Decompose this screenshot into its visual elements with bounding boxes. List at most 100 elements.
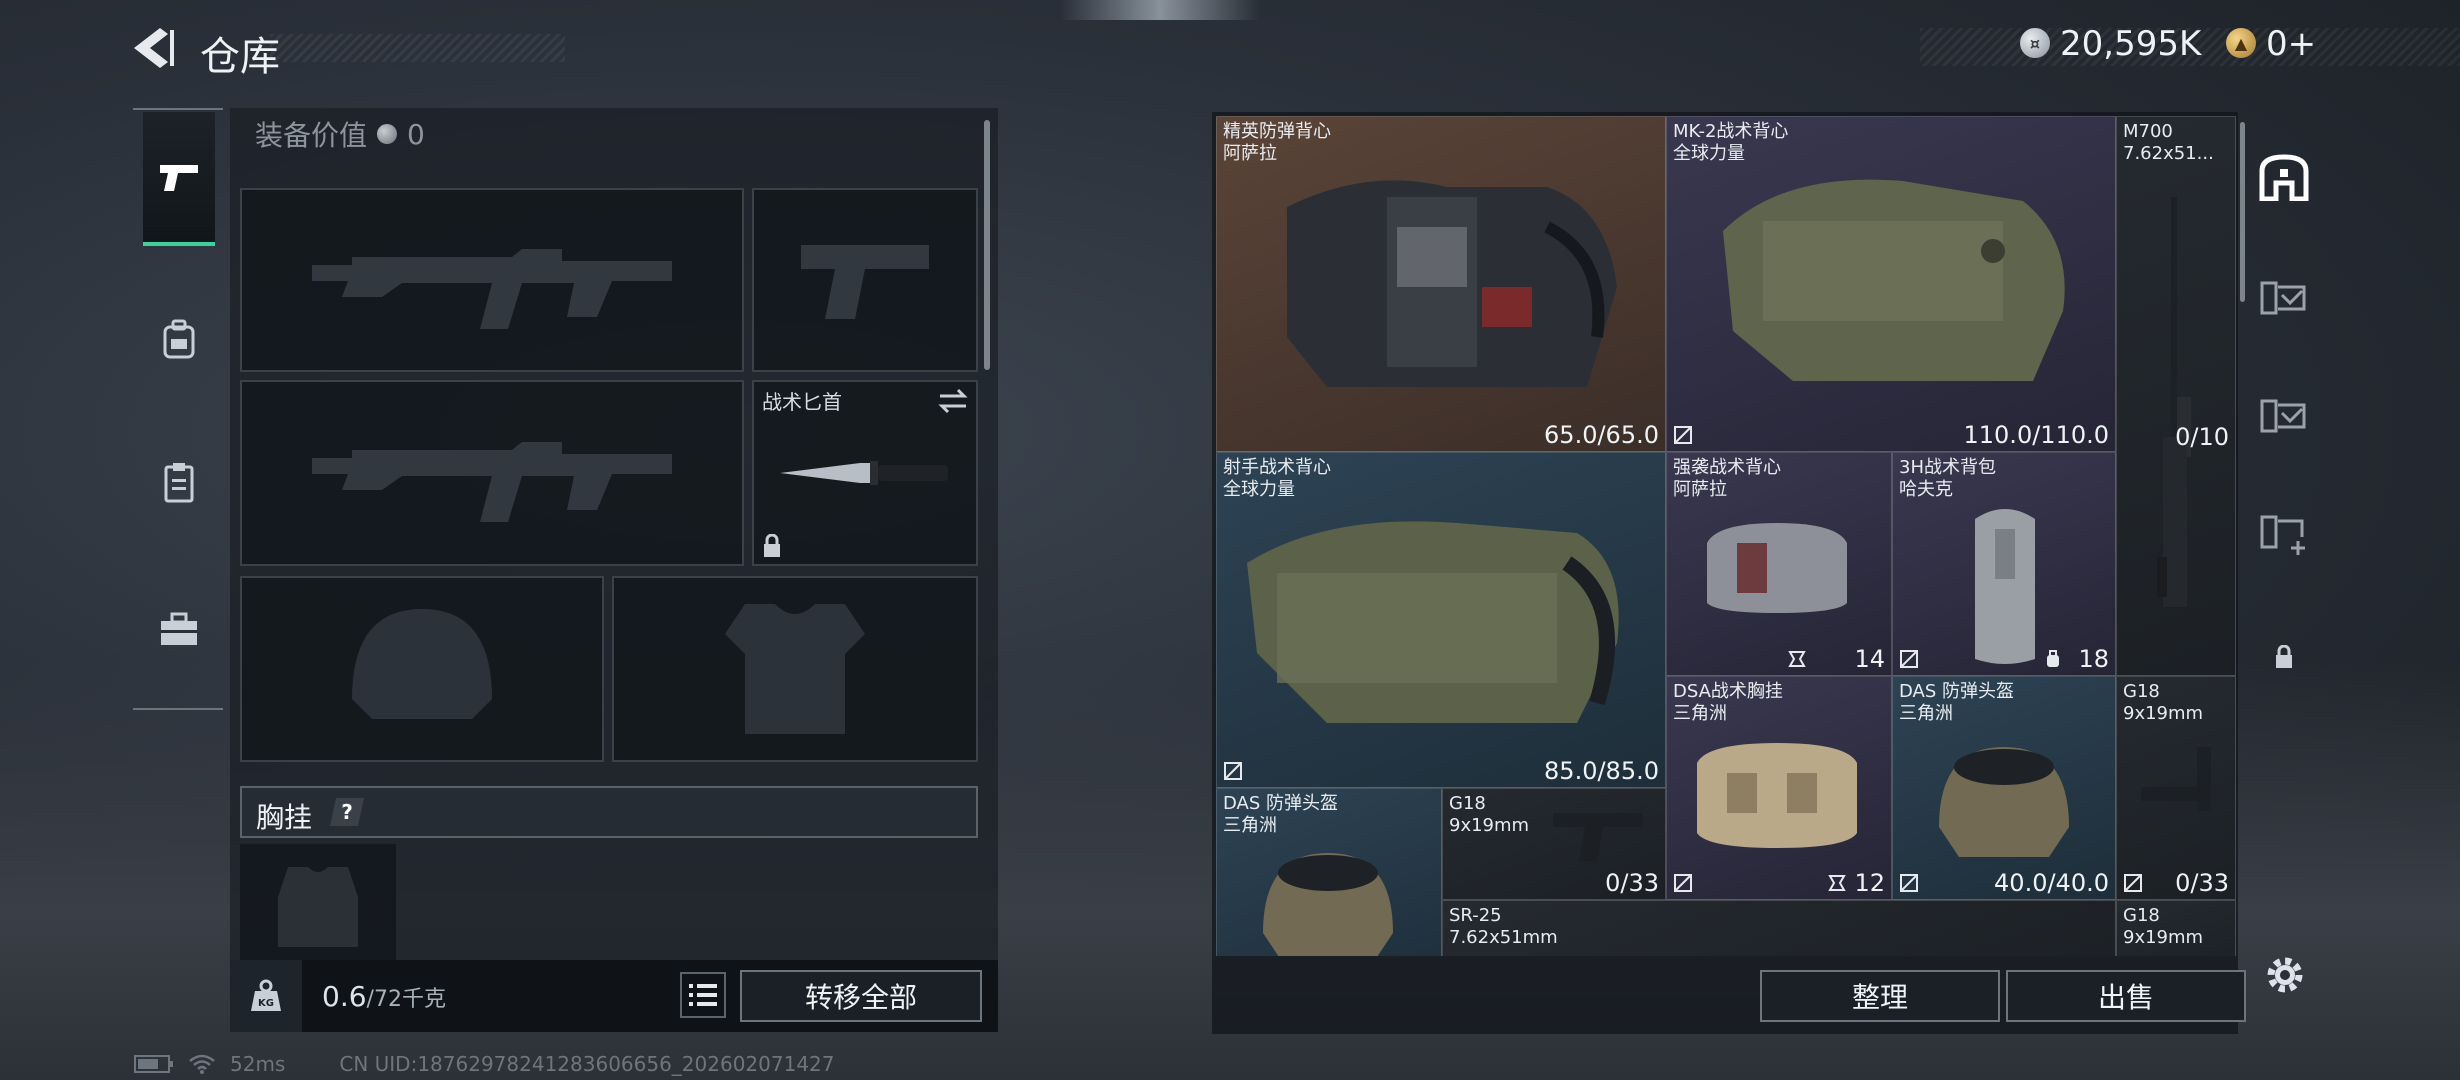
item-ammo: 0/10 (2175, 423, 2229, 451)
chest-rig-section-title: 胸挂 (256, 801, 313, 834)
sort-button[interactable]: 整理 (1760, 970, 2000, 1022)
armor-slot[interactable] (612, 576, 978, 762)
stash-item-dsa-chest-rig[interactable]: DSA战术胸挂 三角洲 12 (1666, 676, 1892, 900)
item-name: G18 (2123, 681, 2160, 702)
item-name: DSA战术胸挂 (1673, 681, 1783, 702)
stash-page-icon (2260, 399, 2306, 433)
armor-vest-icon (1723, 179, 2065, 381)
stash-tab-2[interactable] (2244, 252, 2324, 342)
stash-tab-safebox[interactable] (2244, 132, 2324, 222)
list-view-button[interactable] (680, 972, 726, 1018)
swap-icon[interactable] (938, 388, 968, 414)
item-durability: 40.0/40.0 (1994, 869, 2109, 897)
helmet-icon (1939, 747, 2069, 857)
pistol-icon (1553, 813, 1643, 861)
toolbox-icon (161, 612, 197, 645)
stash-item-mk2-vest[interactable]: MK-2战术背心 全球力量 110.0/110.0 (1666, 116, 2116, 452)
item-capacity: 12 (1854, 869, 1885, 897)
rail-divider-bottom (133, 708, 223, 710)
item-name: MK-2战术背心 (1673, 121, 1789, 142)
item-name: SR-25 (1449, 905, 1502, 926)
transfer-all-button[interactable]: 转移全部 (740, 970, 982, 1022)
pistol-slot[interactable] (752, 188, 978, 372)
battery-icon (134, 1055, 173, 1073)
weight-current: 0.6 (322, 980, 367, 1013)
item-brand: 三角洲 (1899, 703, 1953, 724)
wifi-icon (189, 1054, 215, 1074)
stash-item-g18-2[interactable]: G18 9x19mm 0/33 (1442, 788, 1666, 900)
stash-tab-add[interactable] (2244, 488, 2324, 578)
helmet-icon (1263, 853, 1393, 956)
clipboard-icon (164, 463, 194, 503)
primary-weapon-slot-2[interactable] (240, 380, 744, 566)
silver-coin-icon: ¤ (2020, 28, 2050, 58)
help-icon[interactable]: ? (330, 798, 364, 826)
item-caliber: 9x19mm (2123, 927, 2204, 948)
item-name: 强袭战术背心 (1673, 457, 1781, 478)
duffel-bag-icon (1697, 743, 1857, 848)
item-brand: 三角洲 (1673, 703, 1727, 724)
stash-item-g18[interactable]: G18 9x19mm 0/33 (2116, 676, 2236, 900)
backpack-icon (1975, 509, 2035, 664)
item-name: DAS 防弹头盔 (1899, 681, 2015, 702)
no-repair-icon (1674, 874, 1692, 892)
svg-text:KG: KG (258, 998, 274, 1009)
no-repair-icon (1900, 874, 1918, 892)
rail-tab-rig[interactable] (143, 415, 215, 549)
armor-silhouette-icon (725, 604, 865, 734)
primary-weapon-slot-1[interactable] (240, 188, 744, 372)
stash-tab-locked[interactable] (2244, 612, 2324, 702)
title-decoration (270, 34, 565, 62)
back-arrow-icon (134, 28, 174, 68)
item-durability: 85.0/85.0 (1544, 757, 1659, 785)
stash-item-sr25[interactable]: SR-25 7.62x51mm (1442, 900, 2116, 956)
rail-tab-tools[interactable] (143, 562, 215, 696)
item-name: DAS 防弹头盔 (1223, 793, 1339, 814)
item-name: 射手战术背心 (1223, 457, 1331, 478)
page-title: 仓库 (200, 34, 280, 80)
back-button[interactable] (130, 26, 180, 70)
uid-text: CN UID:18762978241283606656_202602071427 (339, 1052, 835, 1076)
armor-vest-icon (1287, 180, 1617, 387)
lock-icon (764, 534, 780, 557)
chest-rig-silhouette-icon (278, 867, 358, 947)
stash-tab-3[interactable] (2244, 370, 2324, 460)
helmet-slot[interactable] (240, 576, 604, 762)
capacity-icon (1828, 875, 1846, 891)
stash-item-g18-3[interactable]: G18 9x19mm (2116, 900, 2236, 956)
rail-tab-backpack[interactable] (143, 272, 215, 406)
loadout-scrollbar[interactable] (984, 120, 990, 370)
item-name: 精英防弹背心 (1223, 121, 1331, 142)
knife-slot[interactable]: 战术匕首 (752, 380, 978, 566)
item-name: M700 (2123, 121, 2173, 142)
backpack-capacity-icon (2047, 650, 2059, 667)
rifle-silhouette-icon (312, 249, 672, 329)
knife-icon (780, 461, 948, 485)
stash-item-3h-backpack[interactable]: 3H战术背包 哈夫克 18 (1892, 452, 2116, 676)
stash-grid: 精英防弹背心 阿萨拉 65.0/65.0 MK-2战术背心 全球力量 110.0… (1216, 116, 2236, 956)
stash-item-assault-vest[interactable]: 强袭战术背心 阿萨拉 14 (1666, 452, 1892, 676)
sell-button[interactable]: 出售 (2006, 970, 2246, 1022)
item-brand: 哈夫克 (1899, 479, 1953, 500)
stash-panel: 精英防弹背心 阿萨拉 65.0/65.0 MK-2战术背心 全球力量 110.0… (1212, 112, 2246, 1034)
stash-item-elite-vest[interactable]: 精英防弹背心 阿萨拉 65.0/65.0 (1216, 116, 1666, 452)
loadout-panel: 装备价值 0 战术匕首 胸挂 ? (230, 108, 998, 960)
stash-item-das-helmet[interactable]: DAS 防弹头盔 三角洲 40.0/40.0 (1892, 676, 2116, 900)
stash-item-marksman-vest[interactable]: 射手战术背心 全球力量 85.0/85.0 (1216, 452, 1666, 788)
item-durability: 110.0/110.0 (1963, 421, 2110, 449)
rail-tab-weapons[interactable] (143, 112, 215, 246)
chest-rig-slot[interactable] (240, 844, 396, 960)
no-repair-icon (1900, 650, 1918, 668)
add-stash-page-icon (2260, 515, 2305, 555)
stash-item-m700[interactable]: M700 7.62x51... 0/10 (2116, 116, 2236, 676)
pistol-icon (160, 165, 198, 191)
settings-button[interactable] (2262, 952, 2308, 998)
currency-secondary-value[interactable]: 0+ (2266, 24, 2316, 64)
rifle-silhouette-icon (312, 442, 672, 522)
item-capacity: 18 (2078, 645, 2109, 673)
weight-readout: 0.6/72千克 (322, 980, 446, 1013)
helmet-silhouette-icon (352, 609, 492, 719)
stash-item-das-helmet-2[interactable]: DAS 防弹头盔 三角洲 (1216, 788, 1442, 956)
capacity-icon (1788, 651, 1806, 667)
item-brand: 全球力量 (1223, 479, 1295, 500)
